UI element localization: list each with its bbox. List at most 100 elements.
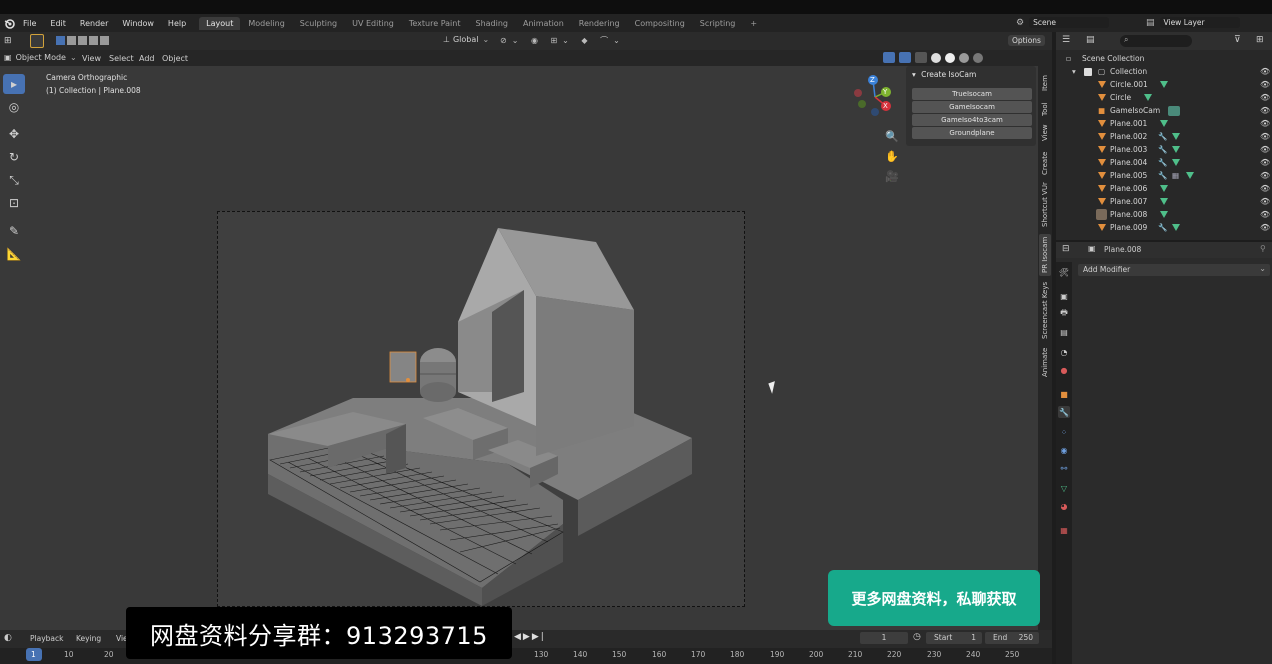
constraints-properties-icon[interactable]: ⚯ xyxy=(1058,462,1070,474)
tool-properties-icon[interactable]: 🛠 xyxy=(1058,266,1070,278)
visibility-eye-icon[interactable]: 👁 xyxy=(1260,119,1270,128)
select-tool-icon[interactable] xyxy=(30,34,44,48)
menu-object[interactable]: Object xyxy=(162,54,188,63)
outliner-item-plane-008[interactable]: Plane.008 👁 xyxy=(1056,208,1272,221)
visibility-eye-icon[interactable]: 👁 xyxy=(1260,80,1270,89)
scale-tool-icon[interactable]: ⤡ xyxy=(3,170,25,190)
gameisocam-button[interactable]: GameIsocam xyxy=(912,101,1032,113)
tab-screencast-keys[interactable]: Screencast Keys xyxy=(1039,280,1051,340)
view-layer-selector[interactable]: ▤ View Layer xyxy=(1146,16,1266,29)
texture-properties-icon[interactable]: ▦ xyxy=(1058,524,1070,536)
physics-properties-icon[interactable]: ◉ xyxy=(1058,444,1070,456)
checkbox-icon[interactable] xyxy=(1084,67,1092,76)
output-properties-icon[interactable]: 🖶 xyxy=(1058,308,1070,320)
properties-editor-icon[interactable]: ⊟ xyxy=(1062,244,1070,254)
clock-icon[interactable]: ◷ xyxy=(913,632,921,642)
workspace-tab-animation[interactable]: Animation xyxy=(516,17,571,30)
trueisocam-button[interactable]: TrueIsocam xyxy=(912,88,1032,100)
tab-create[interactable]: Create xyxy=(1039,148,1051,178)
cursor-tool-icon[interactable]: ◎ xyxy=(3,97,25,117)
menu-help[interactable]: Help xyxy=(161,19,193,28)
tab-item[interactable]: Item xyxy=(1039,70,1051,96)
visibility-eye-icon[interactable]: 👁 xyxy=(1260,67,1270,76)
menu-window[interactable]: Window xyxy=(115,19,161,28)
tab-view[interactable]: View xyxy=(1039,122,1051,144)
zoom-icon[interactable]: 🔍 xyxy=(885,130,899,143)
editor-type-icon[interactable]: ⊞ xyxy=(4,36,12,46)
render-properties-icon[interactable]: ▣ xyxy=(1058,290,1070,302)
camera-view-icon[interactable]: 🎥 xyxy=(885,170,899,183)
workspace-tab-layout[interactable]: Layout xyxy=(199,16,241,30)
workspace-tab-rendering[interactable]: Rendering xyxy=(572,17,627,30)
viewport-shading-icons[interactable] xyxy=(883,52,983,63)
mode-dropdown[interactable]: ▣ Object Mode ⌄ xyxy=(4,53,77,62)
tab-animate[interactable]: Animate xyxy=(1039,344,1051,380)
outliner-editor-icon[interactable]: ☰ xyxy=(1062,35,1070,45)
scene-collection-row[interactable]: ▫ Scene Collection xyxy=(1056,52,1272,65)
filter-icon[interactable]: ⊽ xyxy=(1234,35,1241,45)
visibility-eye-icon[interactable]: 👁 xyxy=(1260,132,1270,141)
menu-file[interactable]: File xyxy=(16,19,43,28)
view-layer-field[interactable]: View Layer xyxy=(1159,17,1240,28)
scene-field[interactable]: Scene xyxy=(1029,17,1110,28)
blender-logo-icon[interactable] xyxy=(2,16,16,30)
transform-tool-icon[interactable]: ⊡ xyxy=(3,193,25,213)
workspace-tab-compositing[interactable]: Compositing xyxy=(628,17,692,30)
visibility-eye-icon[interactable]: 👁 xyxy=(1260,158,1270,167)
visibility-eye-icon[interactable]: 👁 xyxy=(1260,210,1270,219)
outliner-item-plane-006[interactable]: Plane.006 👁 xyxy=(1056,182,1272,195)
add-modifier-dropdown[interactable]: Add Modifier ⌄ xyxy=(1078,264,1270,276)
workspace-tab-shading[interactable]: Shading xyxy=(468,17,515,30)
visibility-eye-icon[interactable]: 👁 xyxy=(1260,223,1270,232)
tab-pr-isocam[interactable]: PR Isocam xyxy=(1039,234,1051,276)
add-workspace-button[interactable]: + xyxy=(743,17,764,30)
object-properties-icon[interactable]: ■ xyxy=(1058,388,1070,400)
particles-properties-icon[interactable]: ⁘ xyxy=(1058,426,1070,438)
keying-menu[interactable]: Keying xyxy=(76,634,101,643)
material-properties-icon[interactable]: ◕ xyxy=(1058,500,1070,512)
data-properties-icon[interactable]: ▽ xyxy=(1058,482,1070,494)
end-frame-field[interactable]: End 250 xyxy=(985,632,1039,644)
menu-render[interactable]: Render xyxy=(73,19,115,28)
menu-edit[interactable]: Edit xyxy=(43,19,73,28)
new-collection-icon[interactable]: ⊞ xyxy=(1256,35,1264,45)
outliner-item-plane-007[interactable]: Plane.007 👁 xyxy=(1056,195,1272,208)
visibility-eye-icon[interactable]: 👁 xyxy=(1260,106,1270,115)
modifier-properties-icon[interactable]: 🔧 xyxy=(1058,406,1070,418)
outliner-item-plane-002[interactable]: Plane.002 🔧 👁 xyxy=(1056,130,1272,143)
menu-select[interactable]: Select xyxy=(109,54,134,63)
scene-properties-icon[interactable]: ◔ xyxy=(1058,346,1070,358)
pivot-snap-icons[interactable]: ⊘⌄ ◉ ⊞⌄ ◆ ⌒⌄ xyxy=(500,35,625,46)
groundplane-button[interactable]: Groundplane xyxy=(912,127,1032,139)
panel-header[interactable]: ▾ Create IsoCam xyxy=(912,70,976,79)
collection-row[interactable]: ▾ ▢ Collection 👁 xyxy=(1056,65,1272,78)
world-properties-icon[interactable]: ● xyxy=(1058,364,1070,376)
outliner-item-plane-009[interactable]: Plane.009 🔧 👁 xyxy=(1056,221,1272,234)
visibility-eye-icon[interactable]: 👁 xyxy=(1260,171,1270,180)
selection-mode-icons[interactable] xyxy=(56,36,109,45)
visibility-eye-icon[interactable]: 👁 xyxy=(1260,145,1270,154)
outliner-item-circle[interactable]: Circle 👁 xyxy=(1056,91,1272,104)
transform-orientation-dropdown[interactable]: ⊥ Global ⌄ xyxy=(443,35,489,44)
outliner-item-plane-001[interactable]: Plane.001 👁 xyxy=(1056,117,1272,130)
outliner-item-circle-001[interactable]: Circle.001 👁 xyxy=(1056,78,1272,91)
pin-icon[interactable]: ⚲ xyxy=(1260,244,1266,253)
outliner-item-plane-003[interactable]: Plane.003 🔧 👁 xyxy=(1056,143,1272,156)
tab-tool[interactable]: Tool xyxy=(1039,98,1051,120)
measure-tool-icon[interactable]: 📐 xyxy=(3,244,25,264)
menu-add[interactable]: Add xyxy=(139,54,155,63)
visibility-eye-icon[interactable]: 👁 xyxy=(1260,93,1270,102)
playback-controls[interactable]: ◀▶▶| xyxy=(514,632,546,642)
workspace-tab-texture-paint[interactable]: Texture Paint xyxy=(402,17,468,30)
view-layer-properties-icon[interactable]: ▤ xyxy=(1058,326,1070,338)
pan-hand-icon[interactable]: ✋ xyxy=(885,150,899,163)
current-frame-field[interactable]: 1 xyxy=(860,632,908,644)
outliner-item-plane-004[interactable]: Plane.004 🔧 👁 xyxy=(1056,156,1272,169)
timeline-editor-icon[interactable]: ◐ xyxy=(4,633,12,643)
workspace-tab-scripting[interactable]: Scripting xyxy=(693,17,743,30)
workspace-tab-modeling[interactable]: Modeling xyxy=(241,17,291,30)
options-dropdown[interactable]: Options xyxy=(1008,35,1045,46)
outliner-search-input[interactable]: ⌕ xyxy=(1120,35,1192,47)
menu-view[interactable]: View xyxy=(82,54,101,63)
move-tool-icon[interactable]: ✥ xyxy=(3,124,25,144)
